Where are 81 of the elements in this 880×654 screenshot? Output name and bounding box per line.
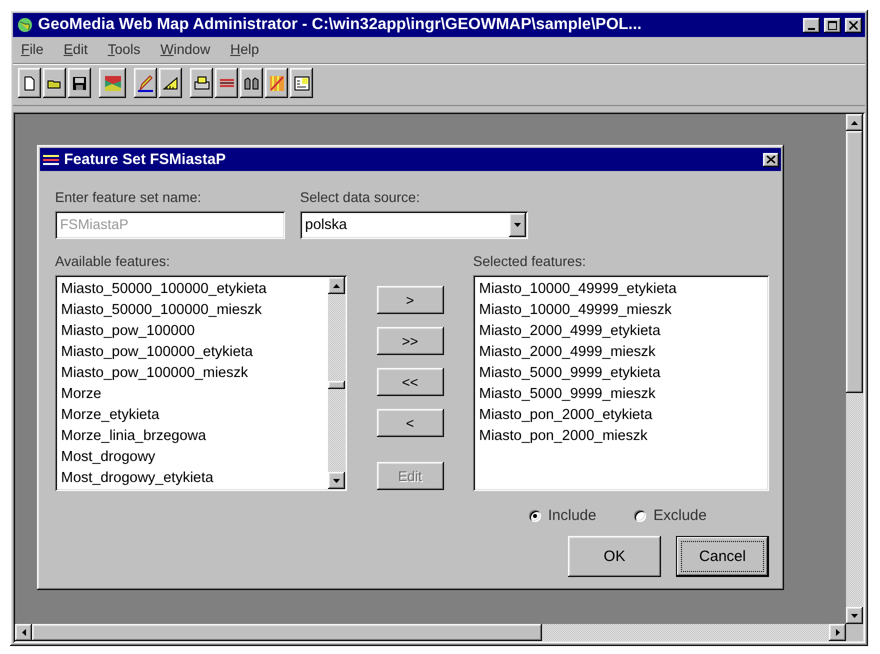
radio-label[interactable]: Exclude <box>653 507 707 524</box>
striped-map-button[interactable] <box>265 68 288 98</box>
minimize-icon <box>808 28 815 30</box>
transfer-button[interactable]: > <box>376 286 444 314</box>
scrollbar[interactable] <box>328 277 345 489</box>
scrollbar[interactable] <box>846 114 863 624</box>
folder-button[interactable] <box>43 68 66 98</box>
list-item[interactable]: Morze_etykieta <box>61 405 324 426</box>
menu-item[interactable]: File <box>21 41 44 59</box>
document-button[interactable] <box>18 68 41 98</box>
menu-item[interactable]: Help <box>230 41 260 59</box>
transfer-button[interactable]: >> <box>376 327 444 355</box>
list-item[interactable]: Miasto_pon_2000_etykieta <box>479 405 763 426</box>
list-item[interactable]: Miasto_2000_4999_mieszk <box>479 342 763 363</box>
printer-icon <box>193 74 210 92</box>
pencil-button[interactable] <box>134 68 157 98</box>
list-item[interactable]: Morze_linia_brzegowa <box>61 426 324 447</box>
data-source-dropdown[interactable]: polska <box>300 211 528 239</box>
scroll-down-icon[interactable] <box>333 478 340 482</box>
menu-item[interactable]: Tools <box>108 41 140 59</box>
scrollbar[interactable] <box>15 624 846 641</box>
list-item[interactable]: Miasto_50000_100000_etykieta <box>61 279 324 300</box>
radio-label[interactable]: Include <box>548 507 596 524</box>
floppy-disk-button[interactable] <box>68 68 91 98</box>
maximize-button[interactable] <box>824 18 841 32</box>
striped-map-icon <box>268 74 285 92</box>
dropdown-icon <box>514 223 521 227</box>
radio-button[interactable] <box>529 510 541 522</box>
table-icon <box>293 74 310 92</box>
map-icon <box>104 74 121 92</box>
list-label: Available features: <box>55 253 171 269</box>
list-item[interactable]: Miasto_10000_49999_etykieta <box>479 279 763 300</box>
list-item[interactable]: Miasto_5000_9999_etykieta <box>479 363 763 384</box>
scroll-thumb[interactable] <box>328 381 345 389</box>
menu-item[interactable]: Window <box>160 41 210 59</box>
dialog-title: Feature Set FSMiastaP <box>64 151 227 168</box>
radio-button[interactable] <box>634 510 646 522</box>
dialog-button[interactable]: Cancel <box>676 536 769 577</box>
field-label: Enter feature set name: <box>55 189 202 205</box>
list-item[interactable]: Morze <box>61 384 324 405</box>
list-item[interactable]: Miasto_50000_100000_mieszk <box>61 300 324 321</box>
field-label: Select data source: <box>300 189 421 205</box>
maximize-icon <box>828 20 837 30</box>
close-icon <box>766 155 776 164</box>
scroll-up-icon[interactable] <box>851 120 858 124</box>
transfer-button[interactable]: < <box>376 409 444 437</box>
binoculars-button[interactable] <box>240 68 263 98</box>
binoculars-icon <box>243 74 260 92</box>
list-button[interactable] <box>215 68 238 98</box>
list-item[interactable]: Most_drogowy_etykieta <box>61 468 324 489</box>
ruler-button[interactable] <box>159 68 182 98</box>
dialog-button[interactable]: OK <box>568 536 661 577</box>
list-item[interactable]: Miasto_2000_4999_etykieta <box>479 321 763 342</box>
list-item[interactable]: Miasto_5000_9999_mieszk <box>479 384 763 405</box>
scroll-left-icon[interactable] <box>22 629 26 636</box>
close-button[interactable] <box>763 152 779 166</box>
close-icon <box>849 20 858 30</box>
printer-button[interactable] <box>190 68 213 98</box>
table-button[interactable] <box>290 68 313 98</box>
pencil-icon <box>137 74 154 92</box>
scroll-thumb[interactable] <box>846 131 863 393</box>
list-item[interactable]: Miasto_pow_100000 <box>61 321 324 342</box>
scroll-thumb[interactable] <box>32 624 542 641</box>
list-item[interactable]: Miasto_10000_49999_mieszk <box>479 300 763 321</box>
globe-icon <box>16 16 34 34</box>
list-icon <box>42 152 60 166</box>
list-item[interactable]: Miasto_pow_100000_etykieta <box>61 342 324 363</box>
list-label: Selected features: <box>473 253 587 269</box>
list-item[interactable]: Miasto_pon_2000_mieszk <box>479 426 763 447</box>
map-button[interactable] <box>99 68 126 98</box>
list-item[interactable]: Most_drogowy <box>61 447 324 468</box>
close-button[interactable] <box>845 18 862 32</box>
minimize-button[interactable] <box>803 18 820 32</box>
scroll-down-icon[interactable] <box>851 614 858 618</box>
list-item[interactable]: Miasto_pow_100000_mieszk <box>61 363 324 384</box>
ruler-icon <box>162 74 179 92</box>
scroll-right-icon[interactable] <box>836 629 840 636</box>
menu-item[interactable]: Edit <box>64 41 88 59</box>
scroll-up-icon[interactable] <box>333 284 340 288</box>
window-title: GeoMedia Web Map Administrator - C:\win32app\ingr\GEOWMAP\sample\POL... <box>38 16 643 34</box>
transfer-button[interactable]: << <box>376 368 444 396</box>
